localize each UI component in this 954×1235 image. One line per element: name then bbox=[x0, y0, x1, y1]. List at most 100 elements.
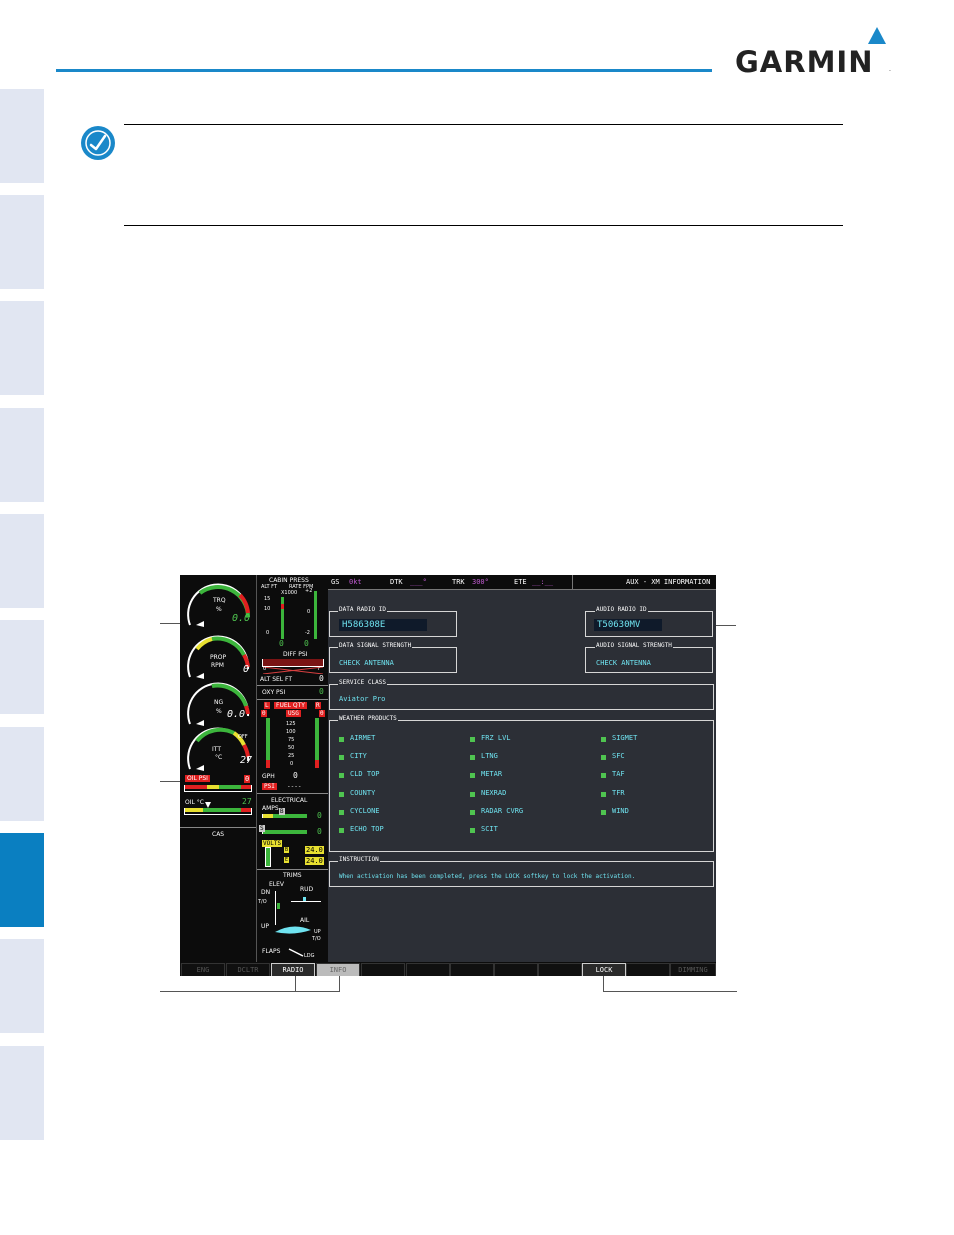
oxy-psi-label: OXY PSI bbox=[262, 689, 286, 696]
oil-psi-value: 0 bbox=[244, 775, 251, 783]
flaps-label: FLAPS bbox=[262, 948, 281, 955]
itt-label: ITT bbox=[212, 746, 221, 753]
trim-to-label: T/O bbox=[258, 899, 267, 905]
note-icon bbox=[81, 126, 115, 160]
wp-indicator-metar bbox=[470, 773, 475, 778]
gs-value: 0kt bbox=[349, 578, 362, 586]
service-class-label: SERVICE CLASS bbox=[338, 679, 387, 686]
dtk-label: DTK bbox=[390, 578, 403, 586]
service-class-box bbox=[329, 684, 714, 710]
cabin-alt-tick-15: 15 bbox=[264, 596, 271, 602]
amps-bar-2 bbox=[262, 830, 307, 834]
fuel-tick-0: 0 bbox=[290, 761, 294, 767]
volts-e-marker: E bbox=[284, 857, 290, 863]
wp-indicator-county bbox=[339, 792, 344, 797]
garmin-logo: GARMIN bbox=[735, 45, 874, 79]
wp-indicator-sfc bbox=[601, 755, 606, 760]
wp-nexrad: NEXRAD bbox=[481, 789, 507, 797]
prop-value: 0 bbox=[243, 664, 250, 675]
ail-trim-indicator bbox=[275, 926, 311, 934]
garmin-delta-logo bbox=[868, 27, 886, 44]
gph-label: GPH bbox=[262, 773, 275, 780]
side-tab-4[interactable] bbox=[0, 408, 44, 502]
fuel-left-value: 0 bbox=[261, 710, 267, 717]
note-bottom-rule bbox=[124, 225, 843, 226]
dtk-value: ___° bbox=[410, 578, 427, 586]
wp-radar-cvrg: RADAR CVRG bbox=[481, 807, 524, 815]
wp-indicator-radar-cvrg bbox=[470, 810, 475, 815]
softkey-5[interactable] bbox=[361, 963, 405, 976]
amps-marker-2: S bbox=[259, 825, 265, 832]
side-tab-2[interactable] bbox=[0, 195, 44, 289]
diff-psi-label: DIFF PSI bbox=[283, 651, 308, 658]
softkey-radio[interactable]: RADIO bbox=[271, 963, 315, 976]
side-tab-1[interactable] bbox=[0, 89, 44, 183]
oxy-psi-value: 0 bbox=[319, 687, 324, 696]
side-tab-6[interactable] bbox=[0, 620, 44, 714]
softkey-8[interactable] bbox=[494, 963, 538, 976]
elev-trim-bar bbox=[275, 891, 280, 925]
trim-up2-label: UP bbox=[314, 929, 321, 935]
electrical-divider bbox=[257, 869, 328, 870]
side-tab-8-active[interactable] bbox=[0, 833, 44, 927]
fuel-left-tag: L bbox=[264, 702, 270, 709]
side-tab-3[interactable] bbox=[0, 301, 44, 395]
instruction-label: INSTRUCTION bbox=[338, 856, 380, 863]
volts-b-marker: B bbox=[284, 847, 290, 853]
cabin-alt-tick-10: 10 bbox=[264, 606, 271, 612]
softkey-eng[interactable]: ENG bbox=[181, 963, 225, 976]
diff-psi-bar bbox=[262, 659, 324, 675]
wp-indicator-cld-top bbox=[339, 773, 344, 778]
fuel-unit: USG bbox=[286, 710, 301, 717]
callout-line-lock bbox=[603, 991, 737, 992]
mfd-top-bar: GS 0kt DTK ___° TRK 300° ETE __:__ AUX -… bbox=[328, 575, 716, 590]
ete-value: __:__ bbox=[532, 578, 554, 586]
softkey-6[interactable] bbox=[406, 963, 450, 976]
audio-radio-id-label: AUDIO RADIO ID bbox=[595, 606, 648, 613]
side-tab-7[interactable] bbox=[0, 727, 44, 821]
cabin-press-title: CABIN PRESS bbox=[269, 577, 309, 584]
psi-label: PSI bbox=[262, 783, 277, 790]
gph-value: 0 bbox=[293, 771, 298, 780]
softkey-9[interactable] bbox=[538, 963, 582, 976]
softkey-7[interactable] bbox=[450, 963, 494, 976]
amps-label: AMPS bbox=[262, 805, 279, 812]
fuel-tick-100: 100 bbox=[286, 729, 296, 735]
trim-elev-label: ELEV bbox=[269, 881, 285, 888]
itt-off-label: OFF bbox=[238, 734, 248, 740]
cabin-rate-bar bbox=[314, 591, 317, 639]
side-tab-9[interactable] bbox=[0, 939, 44, 1033]
itt-value: 27 bbox=[240, 755, 253, 766]
ete-label: ETE bbox=[514, 578, 527, 586]
eis-right-column: CABIN PRESS ALT FT RATE FPM X1000 15 10 … bbox=[257, 575, 328, 962]
wp-indicator-city bbox=[339, 755, 344, 760]
volts-label: VOLTS bbox=[262, 840, 283, 847]
side-tab-5[interactable] bbox=[0, 514, 44, 608]
service-class-value: Aviator Pro bbox=[339, 695, 386, 703]
wp-indicator-cyclone bbox=[339, 810, 344, 815]
softkey-info[interactable]: INFO bbox=[316, 963, 360, 976]
amps-value-1: 0 bbox=[317, 811, 322, 820]
mfd-screenshot: TRQ % 0.0 PROP RPM 0 NG % 0.0 OFF ITT °C… bbox=[180, 575, 716, 976]
audio-signal-label: AUDIO SIGNAL STRENGTH bbox=[595, 642, 673, 649]
data-signal-label: DATA SIGNAL STRENGTH bbox=[338, 642, 413, 649]
psi-divider bbox=[257, 793, 328, 794]
prop-unit: RPM bbox=[211, 662, 224, 669]
softkey-dimming[interactable]: DIMMING bbox=[670, 963, 716, 976]
cas-divider bbox=[180, 827, 256, 828]
wp-tfr: TFR bbox=[612, 789, 625, 797]
eis-left-column: TRQ % 0.0 PROP RPM 0 NG % 0.0 OFF ITT °C… bbox=[180, 575, 257, 962]
trim-to2-label: T/O bbox=[312, 936, 321, 942]
flaps-ldg-label: LDG bbox=[304, 953, 315, 959]
wp-city: CITY bbox=[350, 752, 367, 760]
softkey-dcltr[interactable]: DCLTR bbox=[226, 963, 270, 976]
diff-psi-min: 0 bbox=[263, 666, 267, 672]
softkey-11[interactable] bbox=[626, 963, 670, 976]
header-rule bbox=[56, 69, 712, 72]
softkey-lock[interactable]: LOCK bbox=[582, 963, 626, 976]
trq-unit: % bbox=[216, 606, 222, 613]
alt-sel-label: ALT SEL FT bbox=[260, 676, 293, 683]
alt-sel-value: 0 bbox=[319, 674, 324, 683]
cabin-rate-tick-0: 0 bbox=[307, 609, 311, 615]
side-tab-10[interactable] bbox=[0, 1046, 44, 1140]
